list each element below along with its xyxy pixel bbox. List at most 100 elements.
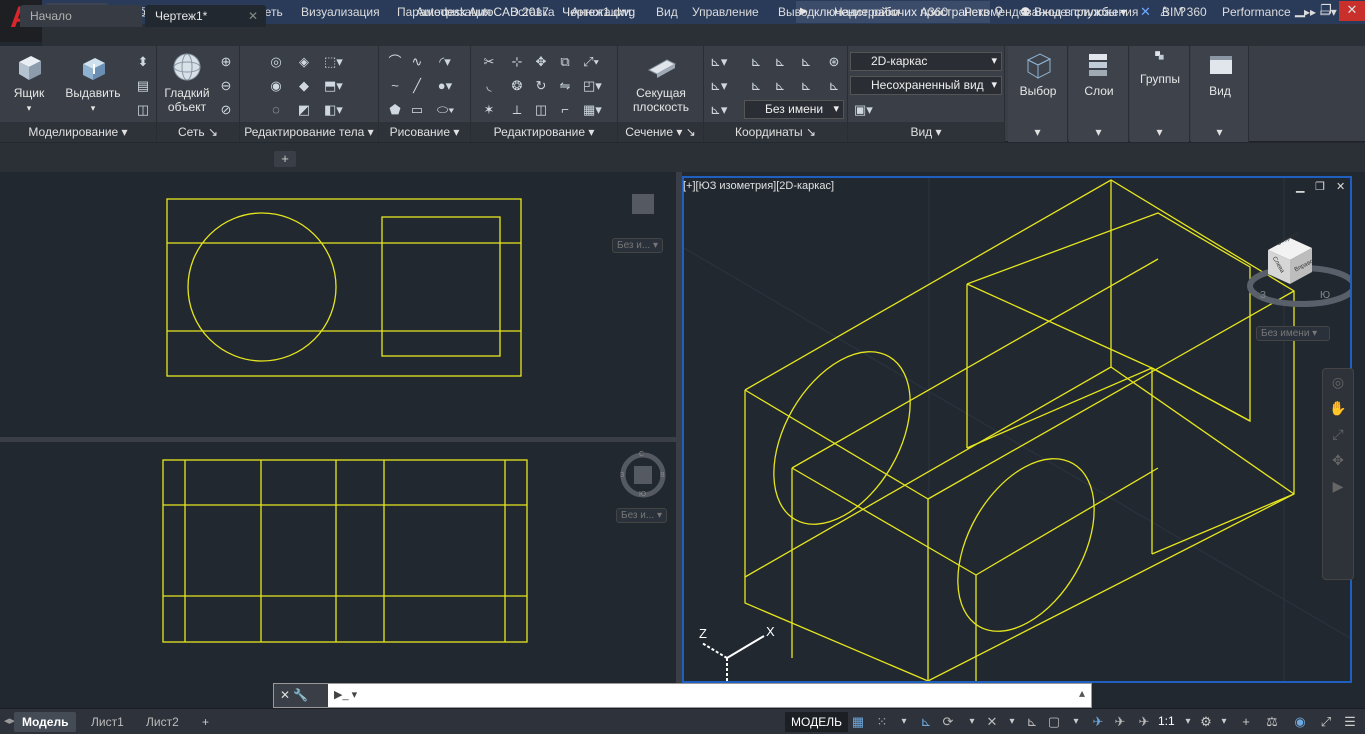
visual-style-combo[interactable]: 2D-каркас: [850, 52, 1002, 71]
circle-icon[interactable]: ●▾: [437, 78, 453, 94]
tab-start[interactable]: Начало: [20, 5, 142, 27]
panel-label-section[interactable]: Сечение ▾ ↘: [618, 122, 703, 142]
line-icon[interactable]: ╱: [409, 78, 425, 94]
subtract-icon[interactable]: ◉: [268, 78, 284, 94]
groups-expand[interactable]: ▾: [1130, 122, 1189, 142]
ribbon-tab-15[interactable]: Performance: [1214, 3, 1299, 22]
section-plane-button[interactable]: Секущая плоскость: [622, 52, 700, 114]
mesh-smooth-more-icon[interactable]: ⊕: [218, 54, 234, 70]
polar-menu-icon[interactable]: ▾: [964, 714, 980, 730]
intersect-icon[interactable]: ◌: [268, 102, 284, 118]
ucs-world-icon[interactable]: ⊛: [826, 54, 842, 70]
selection-expand[interactable]: ▾: [1008, 122, 1067, 142]
workspace-gear-icon[interactable]: ⚙: [1198, 714, 1214, 730]
add-layout-button[interactable]: +: [194, 712, 217, 732]
ribbon-tab-12[interactable]: A360: [912, 3, 956, 22]
extract-edges-icon[interactable]: ◈: [296, 54, 312, 70]
ucs-y-icon[interactable]: ⊾: [772, 78, 788, 94]
ucs-object-icon[interactable]: ⊾: [826, 78, 842, 94]
named-view-combo[interactable]: Несохраненный вид: [850, 76, 1002, 95]
tab-model[interactable]: Модель: [14, 712, 77, 732]
ribbon-overflow-icon[interactable]: ▸▸ ▭▾: [1296, 3, 1345, 22]
ucs-face-icon[interactable]: ⊾▾: [710, 78, 727, 94]
panel-label-mesh[interactable]: Сеть ↘: [157, 122, 239, 142]
layers-expand[interactable]: ▾: [1069, 122, 1128, 142]
viewport-front[interactable]: С З В Ю Без и... ▾: [0, 442, 676, 683]
viewport-restore-icon[interactable]: ❐: [1315, 180, 1325, 193]
command-history-icon[interactable]: ▴: [1079, 686, 1085, 700]
ucs-3point-icon[interactable]: ⊾: [798, 54, 814, 70]
selection-button[interactable]: Выбор: [1012, 50, 1064, 98]
stretch-icon[interactable]: ⤢▾: [583, 54, 599, 70]
tab-drawing[interactable]: Чертеж1* ✕: [145, 5, 266, 27]
3d-rotate-icon[interactable]: ❂: [509, 78, 525, 94]
ellipse-icon[interactable]: ⬭▾: [437, 102, 454, 118]
view-button[interactable]: Вид: [1195, 50, 1245, 98]
mirror-icon[interactable]: ⇋: [557, 78, 573, 94]
ortho-icon[interactable]: ⊾: [918, 714, 934, 730]
command-prompt-icon[interactable]: ▶_ ▾: [334, 688, 357, 701]
close-icon[interactable]: ✕: [280, 688, 290, 702]
viewport-isometric[interactable]: Z X Спереди Вправо Слева Ю З Без имени ▾: [682, 176, 1352, 683]
rectangle-icon[interactable]: ▭: [409, 102, 425, 118]
chamfer-icon[interactable]: ⌐: [557, 102, 573, 118]
ribbon-tab-6[interactable]: Вставка: [502, 3, 563, 22]
named-ucs-combo[interactable]: Без имени: [744, 100, 844, 119]
3d-align-icon[interactable]: ⟂: [509, 102, 525, 118]
box-button[interactable]: Ящик ▾: [6, 52, 52, 115]
extrude-faces-icon[interactable]: ⬒▾: [324, 78, 343, 94]
steering-wheel-icon[interactable]: ◎: [1323, 369, 1353, 395]
isolate-objects-icon[interactable]: ◉: [1292, 714, 1308, 730]
clean-screen-icon[interactable]: ⤢: [1318, 714, 1334, 730]
showmotion-icon[interactable]: ▶: [1323, 473, 1353, 499]
ribbon-tab-8[interactable]: Вид: [648, 3, 686, 22]
viewport-config-icon[interactable]: ▣▾: [854, 102, 873, 118]
layers-button[interactable]: Слои: [1073, 50, 1125, 98]
panel-label-coordinates[interactable]: Координаты ↘: [704, 122, 847, 142]
panel-label-solid-editing[interactable]: Редактирование тела ▾: [240, 122, 378, 142]
command-input[interactable]: [362, 686, 1062, 705]
snap-icon[interactable]: ⁙: [874, 714, 890, 730]
model-space-button[interactable]: МОДЕЛЬ: [785, 712, 848, 732]
viewport-minimize-icon[interactable]: ▁: [1296, 180, 1304, 193]
iso-view-dropdown[interactable]: Без имени ▾: [1256, 326, 1330, 341]
3d-move-icon[interactable]: ⊹: [509, 54, 525, 70]
ribbon-tab-4[interactable]: Визуализация: [293, 3, 388, 22]
view2-expand[interactable]: ▾: [1191, 122, 1248, 142]
polygon-icon[interactable]: ⬟: [387, 102, 403, 118]
explode-icon[interactable]: ✶: [481, 102, 497, 118]
osnap-menu-icon[interactable]: ▾: [1004, 714, 1020, 730]
ucs-z-icon[interactable]: ⊾: [798, 78, 814, 94]
panel-label-modeling[interactable]: Моделирование ▾: [0, 122, 156, 142]
workspace-menu-icon[interactable]: ▾: [1216, 714, 1232, 730]
union-solid-icon[interactable]: ◎: [268, 54, 284, 70]
tab-layout1[interactable]: Лист1: [83, 712, 132, 732]
ucs-icon[interactable]: ⊾▾: [710, 54, 727, 70]
grid-icon[interactable]: ▦: [850, 714, 866, 730]
viewport-top[interactable]: Без и... ▾: [0, 172, 676, 437]
groups-button[interactable]: Группы: [1134, 50, 1186, 86]
zoom-extents-icon[interactable]: ⤢: [1323, 421, 1353, 447]
panel-label-modify[interactable]: Редактирование ▾: [471, 122, 617, 142]
thicken-icon[interactable]: ◩: [296, 102, 312, 118]
lineweight-icon[interactable]: ⊾: [1024, 714, 1040, 730]
fillet-icon[interactable]: ◟: [481, 78, 497, 94]
small-view-dropdown[interactable]: Без и... ▾: [612, 238, 664, 253]
ucs-origin-icon[interactable]: ⊾: [748, 54, 764, 70]
ribbon-tab-9[interactable]: Управление: [684, 3, 767, 22]
copy-icon[interactable]: ⧉: [557, 54, 573, 70]
panel-label-view[interactable]: Вид ▾: [848, 122, 1004, 142]
ucs-view-icon[interactable]: ⊾: [748, 78, 764, 94]
solid-history-icon[interactable]: ▤: [135, 78, 151, 94]
trim-icon[interactable]: ✂: [481, 54, 497, 70]
ribbon-tab-14[interactable]: BIM 360: [1154, 3, 1215, 22]
ribbon-tab-13[interactable]: Рекомендованные приложения: [956, 3, 1146, 22]
scale-menu-icon[interactable]: ▾: [1180, 714, 1196, 730]
viewport-label[interactable]: [+][ЮЗ изометрия][2D-каркас]: [683, 180, 834, 192]
union-icon[interactable]: ◫: [135, 102, 151, 118]
viewport-close-icon[interactable]: ✕: [1336, 180, 1345, 193]
ribbon-tab-10[interactable]: Вывод: [770, 3, 822, 22]
ribbon-tab-11[interactable]: Надстройки: [826, 3, 908, 22]
mesh-smooth-less-icon[interactable]: ⊖: [218, 78, 234, 94]
ribbon-tab-7[interactable]: Аннотации: [563, 3, 639, 22]
